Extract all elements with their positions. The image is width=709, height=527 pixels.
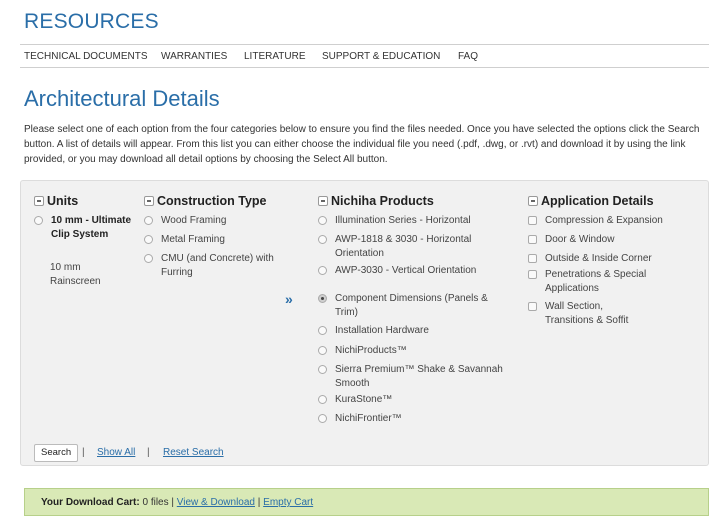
- construction-option-metal[interactable]: Metal Framing: [144, 233, 294, 247]
- construction-heading[interactable]: Construction Type: [144, 194, 267, 208]
- units-option-label: 10 mm - Ultimate Clip System: [51, 215, 132, 240]
- checkbox-icon[interactable]: [528, 216, 537, 225]
- radio-icon[interactable]: [144, 235, 153, 244]
- application-heading-label: Application Details: [541, 194, 654, 208]
- application-option-label: Door & Window: [545, 234, 615, 245]
- product-option-selected[interactable]: Component Dimensions (Panels & Trim): [318, 292, 513, 320]
- checkbox-icon[interactable]: [528, 254, 537, 263]
- reset-search-link[interactable]: Reset Search: [163, 447, 224, 458]
- separator: |: [82, 447, 85, 458]
- page-title: Architectural Details: [24, 86, 220, 111]
- product-option[interactable]: KuraStone™: [318, 393, 513, 407]
- nav-faq[interactable]: FAQ: [458, 51, 478, 62]
- checkbox-icon[interactable]: [528, 270, 537, 279]
- checkbox-icon[interactable]: [528, 302, 537, 311]
- application-option-label: Outside & Inside Corner: [545, 253, 652, 264]
- construction-option-cmu[interactable]: CMU (and Concrete) with Furring: [144, 252, 294, 280]
- radio-icon[interactable]: [318, 414, 327, 423]
- nav-warranties[interactable]: WARRANTIES: [161, 51, 227, 62]
- application-option[interactable]: Outside & Inside Corner: [528, 252, 703, 266]
- product-option[interactable]: NichiFrontier™: [318, 412, 513, 426]
- radio-icon[interactable]: [318, 326, 327, 335]
- cart-count: 0 files: [142, 497, 169, 508]
- construction-option-label: Metal Framing: [161, 234, 225, 245]
- product-option-label: Sierra Premium™ Shake & Savannah Smooth: [335, 364, 503, 389]
- collapse-icon[interactable]: [34, 196, 44, 206]
- radio-icon[interactable]: [318, 216, 327, 225]
- radio-icon[interactable]: [34, 216, 43, 225]
- nav-support-education[interactable]: SUPPORT & EDUCATION: [322, 51, 440, 62]
- units-heading-label: Units: [47, 194, 79, 208]
- construction-option-label: CMU (and Concrete) with Furring: [161, 253, 274, 278]
- separator: |: [257, 497, 261, 508]
- radio-icon[interactable]: [318, 395, 327, 404]
- search-button[interactable]: Search: [34, 444, 79, 462]
- application-option-label: Wall Section, Transitions & Soffit: [545, 301, 629, 326]
- collapse-icon[interactable]: [528, 196, 538, 206]
- application-option[interactable]: Penetrations & Special Applications: [528, 268, 648, 296]
- application-option-label: Penetrations & Special Applications: [545, 269, 647, 294]
- construction-heading-label: Construction Type: [157, 194, 267, 208]
- download-cart-line: Your Download Cart: 0 files | View & Dow…: [41, 497, 313, 508]
- products-heading-label: Nichiha Products: [331, 194, 434, 208]
- product-option[interactable]: AWP-1818 & 3030 - Horizontal Orientation: [318, 233, 513, 261]
- application-option[interactable]: Compression & Expansion: [528, 214, 703, 228]
- resources-heading: RESOURCES: [24, 10, 159, 33]
- nav-literature[interactable]: LITERATURE: [244, 51, 306, 62]
- product-option-label: AWP-3030 - Vertical Orientation: [335, 265, 477, 276]
- application-option[interactable]: Door & Window: [528, 233, 703, 247]
- radio-selected-icon[interactable]: [318, 294, 327, 303]
- top-nav: TECHNICAL DOCUMENTS WARRANTIES LITERATUR…: [20, 44, 709, 68]
- radio-icon[interactable]: [318, 365, 327, 374]
- product-option-label: NichiProducts™: [335, 345, 407, 356]
- product-option[interactable]: AWP-3030 - Vertical Orientation: [318, 264, 513, 278]
- intro-text: Please select one of each option from th…: [24, 124, 700, 165]
- collapse-icon[interactable]: [318, 196, 328, 206]
- download-cart-bar: Your Download Cart: 0 files | View & Dow…: [24, 488, 709, 516]
- product-option-label: KuraStone™: [335, 394, 393, 405]
- nav-technical-documents[interactable]: TECHNICAL DOCUMENTS: [24, 51, 148, 62]
- product-option[interactable]: Installation Hardware: [318, 324, 513, 338]
- radio-icon[interactable]: [144, 254, 153, 263]
- units-option[interactable]: 10 mm - Ultimate Clip System: [34, 214, 134, 242]
- application-heading[interactable]: Application Details: [528, 194, 654, 208]
- application-option-label: Compression & Expansion: [545, 215, 663, 226]
- product-option-label: Installation Hardware: [335, 325, 429, 336]
- view-download-link[interactable]: View & Download: [177, 497, 255, 508]
- collapse-icon[interactable]: [144, 196, 154, 206]
- checkbox-icon[interactable]: [528, 235, 537, 244]
- construction-option-label: Wood Framing: [161, 215, 227, 226]
- product-option[interactable]: Sierra Premium™ Shake & Savannah Smooth: [318, 363, 518, 391]
- radio-icon[interactable]: [318, 266, 327, 275]
- units-sublabel: 10 mm Rainscreen: [50, 262, 101, 287]
- separator: |: [147, 447, 150, 458]
- radio-icon[interactable]: [318, 235, 327, 244]
- product-option-label: Illumination Series - Horizontal: [335, 215, 471, 226]
- units-heading[interactable]: Units: [34, 194, 78, 208]
- empty-cart-link[interactable]: Empty Cart: [263, 497, 313, 508]
- product-option-label: AWP-1818 & 3030 - Horizontal Orientation: [335, 234, 472, 259]
- cart-label: Your Download Cart:: [41, 497, 140, 508]
- product-option[interactable]: Illumination Series - Horizontal: [318, 214, 513, 228]
- products-heading[interactable]: Nichiha Products: [318, 194, 434, 208]
- product-option[interactable]: NichiProducts™: [318, 344, 513, 358]
- show-all-link[interactable]: Show All: [97, 447, 135, 458]
- product-option-label: NichiFrontier™: [335, 413, 402, 424]
- double-chevron-right-icon: »: [285, 291, 293, 307]
- product-option-label: Component Dimensions (Panels & Trim): [335, 293, 488, 318]
- separator: |: [171, 497, 174, 508]
- radio-icon[interactable]: [318, 346, 327, 355]
- application-option[interactable]: Wall Section, Transitions & Soffit: [528, 300, 648, 328]
- radio-icon[interactable]: [144, 216, 153, 225]
- construction-option-wood[interactable]: Wood Framing: [144, 214, 294, 228]
